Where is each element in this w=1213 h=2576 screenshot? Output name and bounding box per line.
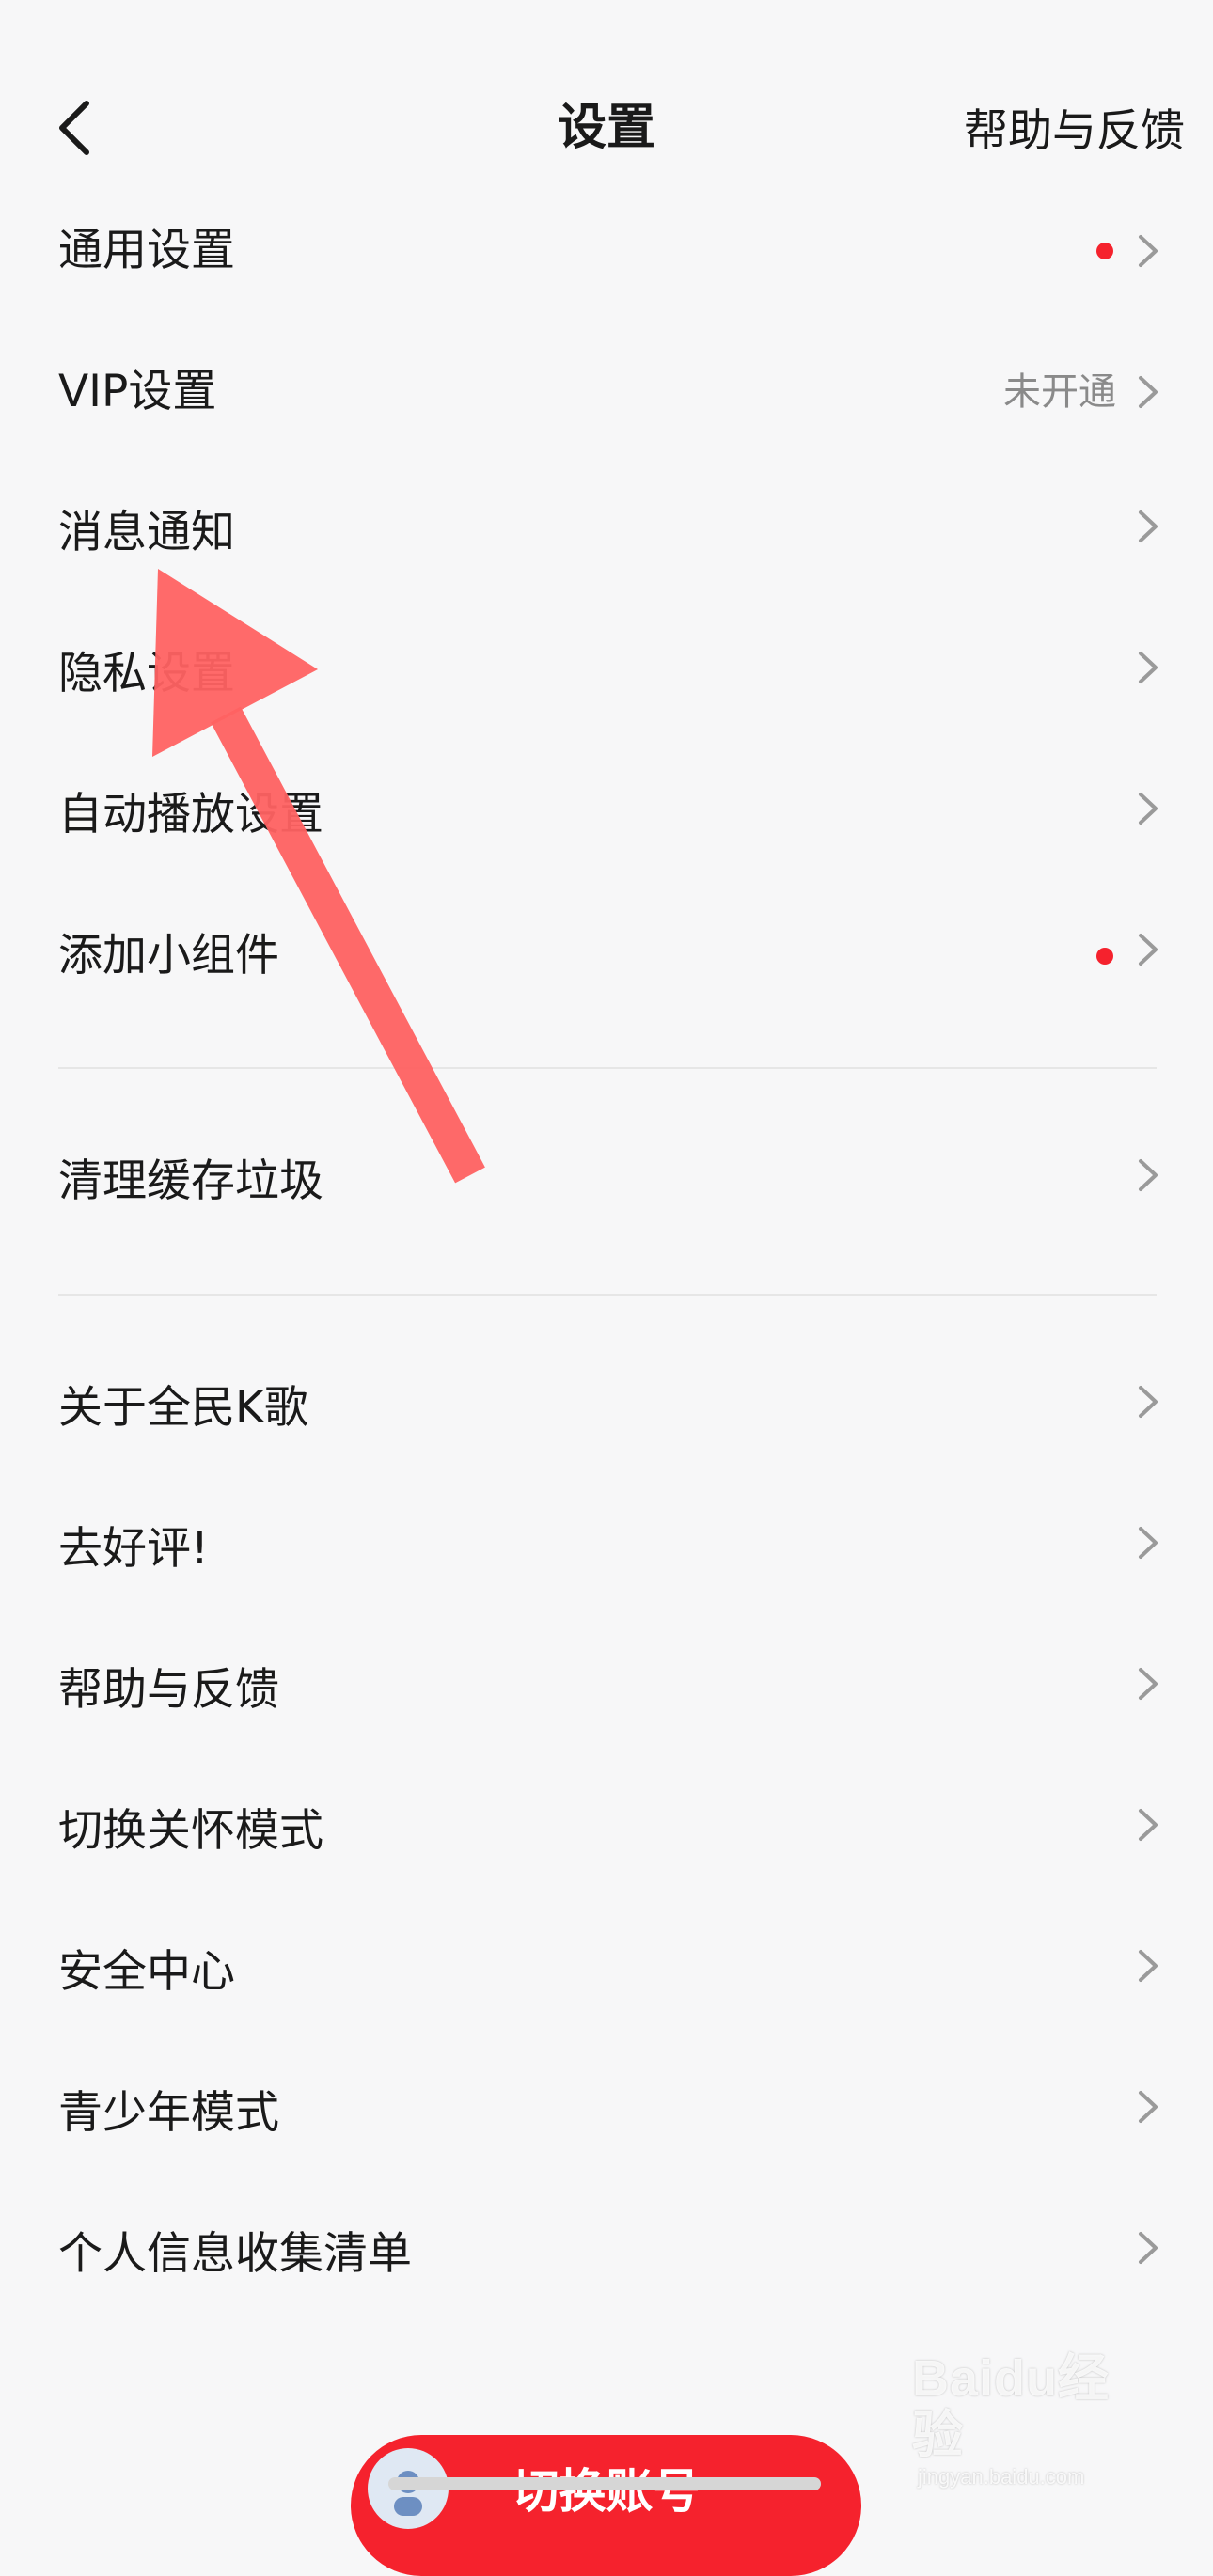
chevron-right-icon [1139, 1668, 1158, 1700]
section-divider [58, 1294, 1157, 1296]
baidu-watermark: Baidu经验 jingyan.baidu.com [912, 2350, 1147, 2489]
row-label: 去好评! [58, 1523, 209, 1575]
chevron-right-icon [1139, 1386, 1158, 1418]
row-label: 关于全民K歌 [58, 1382, 308, 1434]
settings-row-teen-mode[interactable]: 青少年模式 [0, 2043, 1213, 2184]
row-label: 切换关怀模式 [58, 1805, 323, 1857]
watermark-url: jingyan.baidu.com [918, 2465, 1085, 2489]
new-badge-dot [1096, 243, 1113, 259]
settings-row-vip[interactable]: VIP设置 未开通 [0, 322, 1213, 463]
settings-row-about[interactable]: 关于全民K歌 [0, 1338, 1213, 1479]
settings-row-clear-cache[interactable]: 清理缓存垃圾 [0, 1111, 1213, 1252]
row-label: 隐私设置 [58, 648, 235, 699]
settings-row-notifications[interactable]: 消息通知 [0, 463, 1213, 604]
settings-row-general[interactable]: 通用设置 [0, 181, 1213, 322]
row-label: 青少年模式 [58, 2087, 279, 2139]
row-label: 帮助与反馈 [58, 1664, 279, 1716]
chevron-right-icon [1139, 652, 1158, 683]
new-badge-dot [1096, 948, 1113, 965]
watermark-logo: Baidu经验 [912, 2350, 1111, 2463]
chevron-right-icon [1139, 793, 1158, 825]
row-label: 通用设置 [58, 225, 235, 276]
settings-row-autoplay[interactable]: 自动播放设置 [0, 745, 1213, 886]
home-indicator [388, 2477, 821, 2490]
top-bar: 设置 帮助与反馈 [0, 0, 1213, 197]
switch-account-button[interactable]: 切换账号 [351, 2435, 861, 2576]
row-label: 消息通知 [58, 507, 235, 558]
section-divider [58, 1067, 1157, 1069]
settings-row-widget[interactable]: 添加小组件 [0, 886, 1213, 1027]
chevron-right-icon [1139, 1527, 1158, 1559]
chevron-right-icon [1139, 1809, 1158, 1841]
row-label: 个人信息收集清单 [58, 2228, 412, 2280]
chevron-right-icon [1139, 934, 1158, 966]
settings-row-help[interactable]: 帮助与反馈 [0, 1620, 1213, 1761]
chevron-right-icon [1139, 2232, 1158, 2264]
settings-row-rate[interactable]: 去好评! [0, 1479, 1213, 1620]
chevron-right-icon [1139, 235, 1158, 267]
chevron-right-icon [1139, 376, 1158, 408]
row-label: VIP设置 [58, 366, 217, 417]
settings-row-care-mode[interactable]: 切换关怀模式 [0, 1761, 1213, 1902]
chevron-right-icon [1139, 2091, 1158, 2123]
row-label: 安全中心 [58, 1946, 235, 1998]
vip-status-value: 未开通 [1003, 370, 1116, 414]
chevron-right-icon [1139, 1159, 1158, 1191]
row-label: 添加小组件 [58, 930, 279, 982]
settings-row-security[interactable]: 安全中心 [0, 1902, 1213, 2043]
chevron-right-icon [1139, 510, 1158, 542]
help-feedback-link[interactable]: 帮助与反馈 [964, 102, 1185, 162]
row-label: 清理缓存垃圾 [58, 1155, 323, 1207]
row-label: 自动播放设置 [58, 789, 323, 840]
settings-row-personal-info[interactable]: 个人信息收集清单 [0, 2184, 1213, 2325]
settings-row-privacy[interactable]: 隐私设置 [0, 604, 1213, 745]
chevron-right-icon [1139, 1950, 1158, 1982]
